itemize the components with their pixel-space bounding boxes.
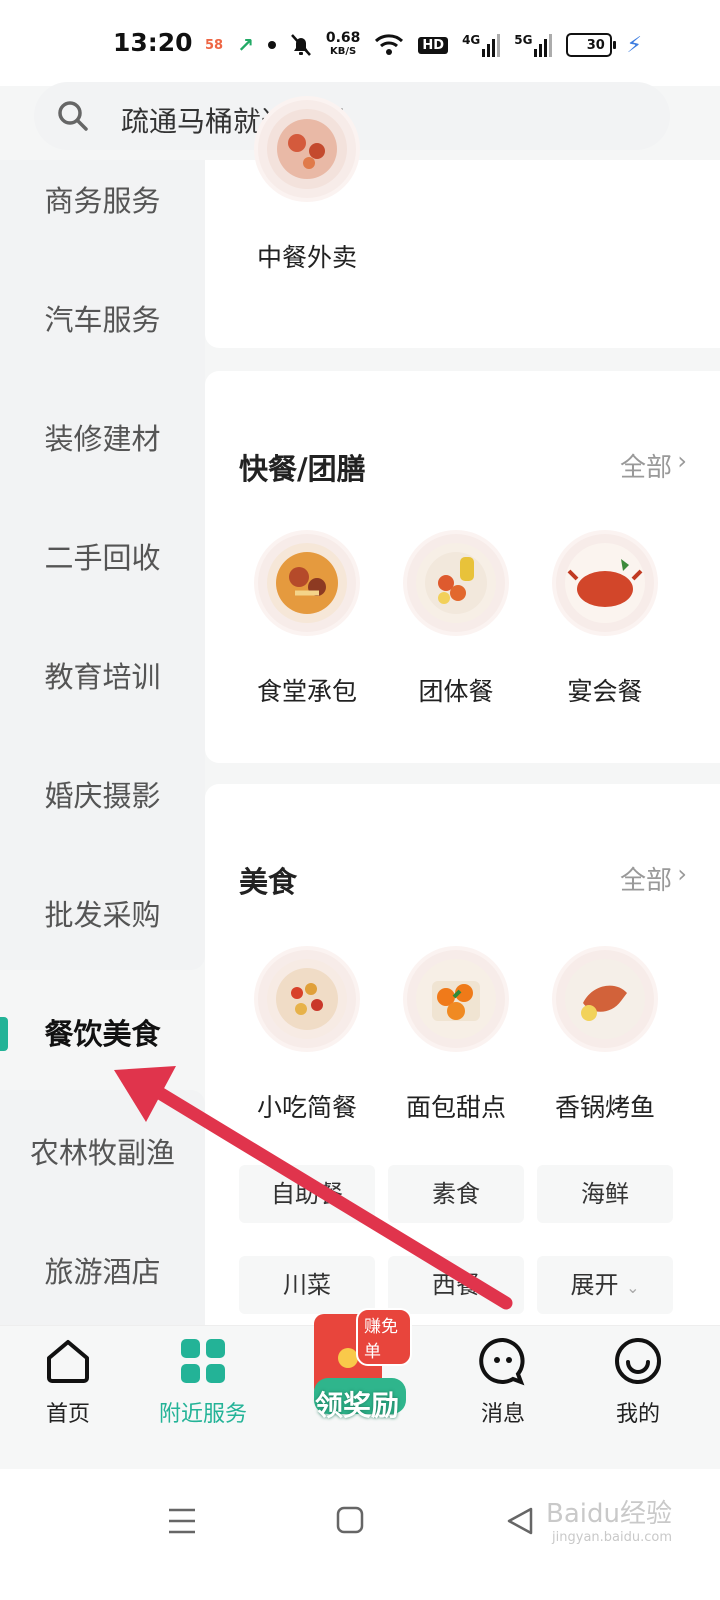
navigation-app-icon: ↗ — [237, 33, 254, 57]
chevron-down-icon: ⌄ — [626, 1278, 640, 1297]
section-food: 美食 全部 › 小吃简餐 面包甜点 香锅烤鱼 自助餐 素食 海鲜 川菜 西餐 展… — [205, 784, 720, 1325]
menu-icon[interactable] — [167, 1506, 197, 1536]
battery-icon: 30 — [566, 33, 617, 57]
hd-icon: HD — [418, 36, 449, 54]
sidebar-item-business[interactable]: 商务服务 — [0, 171, 205, 231]
dessert-dish-icon — [407, 950, 505, 1048]
back-icon[interactable] — [505, 1506, 535, 1536]
tag-vegetarian[interactable]: 素食 — [388, 1165, 524, 1223]
category-item-banquet[interactable]: 宴会餐 — [530, 534, 680, 708]
category-label: 面包甜点 — [405, 1093, 506, 1122]
category-sidebar: 商务服务 汽车服务 装修建材 二手回收 教育培训 婚庆摄影 批发采购 餐饮美食 … — [0, 160, 205, 1325]
grid-icon — [181, 1339, 225, 1383]
smiley-icon — [615, 1338, 661, 1384]
chat-bubble-icon — [479, 1337, 525, 1386]
wifi-icon — [375, 34, 404, 55]
sidebar-item-recycle[interactable]: 二手回收 — [0, 528, 205, 588]
chevron-right-icon: › — [677, 447, 687, 475]
watermark-url: jingyan.baidu.com — [552, 1530, 672, 1545]
sidebar-item-wholesale[interactable]: 批发采购 — [0, 885, 205, 945]
category-item-dessert[interactable]: 面包甜点 — [381, 950, 531, 1124]
app-58-icon: 58 — [205, 37, 224, 53]
category-item-group-meal[interactable]: 团体餐 — [381, 534, 531, 708]
mute-bell-icon — [290, 34, 311, 56]
status-bar: 13:20 58 ↗ 0.68 KB/S HD 4G 5G 30 ⚡ — [0, 0, 720, 86]
category-item-grilled-fish[interactable]: 香锅烤鱼 — [530, 950, 680, 1124]
tab-home[interactable]: 首页 — [8, 1336, 128, 1428]
category-label: 香锅烤鱼 — [554, 1093, 655, 1122]
bottom-tab-bar: 首页 附近服务 赚免单 领奖励 消息 我的 — [0, 1308, 720, 1470]
category-label: 团体餐 — [418, 677, 494, 706]
sidebar-item-wedding[interactable]: 婚庆摄影 — [0, 766, 205, 826]
tab-messages[interactable]: 消息 — [443, 1336, 563, 1428]
signal-5g-icon: 5G — [514, 33, 553, 57]
search-icon — [58, 101, 88, 131]
expand-button[interactable]: 展开 ⌄ — [537, 1256, 673, 1314]
tab-nearby-services[interactable]: 附近服务 — [143, 1336, 263, 1428]
category-label: 中餐外卖 — [256, 243, 357, 272]
home-icon — [47, 1340, 89, 1383]
view-all-link[interactable]: 全部 — [620, 447, 672, 484]
tab-profile[interactable]: 我的 — [578, 1336, 698, 1428]
tag-seafood[interactable]: 海鲜 — [537, 1165, 673, 1223]
sidebar-item-auto[interactable]: 汽车服务 — [0, 290, 205, 350]
snack-dish-icon — [258, 950, 356, 1048]
charging-icon: ⚡ — [626, 32, 642, 58]
category-label: 宴会餐 — [567, 677, 643, 706]
watermark: Baidu经验 — [546, 1499, 672, 1529]
status-icons: 58 ↗ 0.68 KB/S HD 4G 5G 30 ⚡ — [205, 28, 642, 62]
sidebar-item-food[interactable]: 餐饮美食 — [0, 1004, 205, 1064]
sidebar-item-agriculture[interactable]: 农林牧副渔 — [0, 1123, 205, 1183]
promo-badge: 赚免单 — [356, 1308, 412, 1366]
canteen-dish-icon — [258, 534, 356, 632]
section-fast-food: 快餐/团膳 全部 › 食堂承包 团体餐 宴会餐 — [205, 371, 720, 763]
chevron-right-icon: › — [677, 860, 687, 888]
category-label: 食堂承包 — [256, 677, 357, 706]
sidebar-item-travel[interactable]: 旅游酒店 — [0, 1242, 205, 1302]
grilled-fish-dish-icon — [556, 950, 654, 1048]
promo-label: 领奖励 — [314, 1389, 399, 1422]
category-item-snack[interactable]: 小吃简餐 — [232, 950, 382, 1124]
clock: 13:20 — [113, 28, 193, 57]
section-title: 美食 — [239, 865, 298, 899]
rewards-promo-button[interactable]: 赚免单 领奖励 — [302, 1304, 412, 1428]
notification-dot-icon — [267, 41, 276, 49]
chinese-takeout-dish-icon — [258, 100, 356, 198]
home-square-icon[interactable] — [336, 1506, 364, 1534]
sidebar-item-decoration[interactable]: 装修建材 — [0, 409, 205, 469]
sidebar-item-education[interactable]: 教育培训 — [0, 647, 205, 707]
view-all-link[interactable]: 全部 — [620, 860, 672, 897]
category-item[interactable]: 中餐外卖 — [232, 100, 382, 274]
tag-buffet[interactable]: 自助餐 — [239, 1165, 375, 1223]
signal-4g-icon: 4G — [462, 33, 501, 57]
section-title: 快餐/团膳 — [239, 452, 366, 486]
net-speed: 0.68 KB/S — [325, 30, 361, 57]
category-label: 小吃简餐 — [256, 1093, 357, 1122]
section-chinese-takeout: 中餐外卖 — [205, 100, 720, 348]
category-item-canteen[interactable]: 食堂承包 — [232, 534, 382, 708]
group-meal-dish-icon — [407, 534, 505, 632]
banquet-dish-icon — [556, 534, 654, 632]
